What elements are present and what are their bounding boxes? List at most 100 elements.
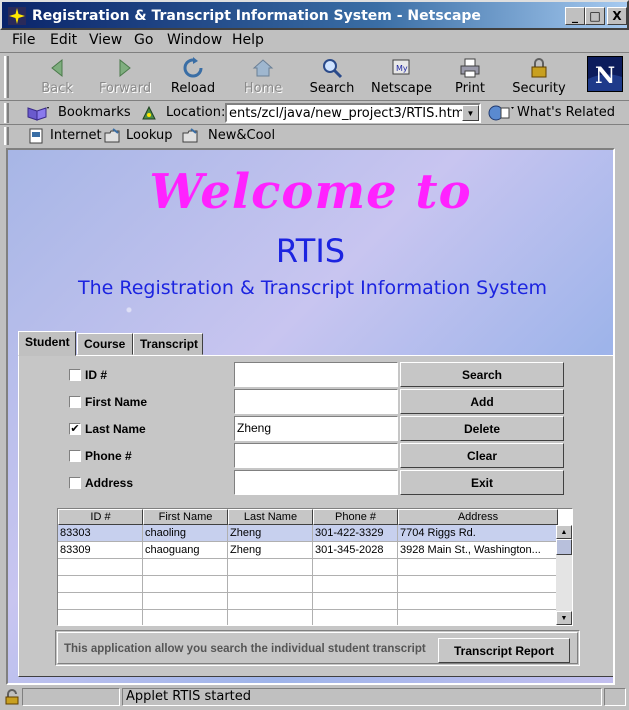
bookmarks-icon[interactable] [26, 105, 50, 121]
security-button[interactable]: Security [509, 55, 569, 99]
whats-related-label[interactable]: What's Related [517, 105, 615, 120]
menu-edit[interactable]: Edit [50, 32, 77, 48]
table-row-empty[interactable] [58, 610, 558, 625]
rtis-heading: RTIS [275, 232, 346, 270]
table-scrollbar[interactable]: ▲ ▼ [556, 525, 572, 625]
back-button[interactable]: Back [27, 55, 87, 99]
personalbar-grip[interactable] [4, 127, 9, 145]
folder-icon [182, 128, 198, 143]
clear-button[interactable]: Clear [400, 443, 564, 468]
menu-help[interactable]: Help [232, 32, 264, 48]
menu-window[interactable]: Window [167, 32, 222, 48]
col-header-first-name[interactable]: First Name [143, 509, 228, 525]
add-button[interactable]: Add [400, 389, 564, 414]
tab-course[interactable]: Course [77, 333, 133, 355]
checkmark-icon: ✔ [70, 423, 80, 435]
print-button[interactable]: Print [440, 55, 500, 99]
col-header-id[interactable]: ID # [58, 509, 143, 525]
last-name-checkbox[interactable]: ✔ [69, 423, 81, 435]
first-name-field[interactable] [234, 389, 398, 414]
svg-text:My: My [396, 64, 408, 73]
netscape-app-icon[interactable] [8, 7, 26, 25]
close-button[interactable]: X [607, 7, 627, 25]
netscape-button[interactable]: My Netscape [371, 55, 432, 99]
netscape-n-icon: N [588, 57, 622, 91]
status-component-cell [604, 688, 626, 706]
table-row-empty[interactable] [58, 559, 558, 576]
search-student-button[interactable]: Search [400, 362, 564, 387]
home-button[interactable]: Home [233, 55, 293, 99]
location-label: Location: [166, 105, 226, 120]
cell-first-name: chaoguang [143, 542, 228, 559]
welcome-heading: Welcome to [149, 164, 472, 220]
print-icon [460, 58, 480, 78]
cell-phone: 301-422-3329 [313, 525, 398, 542]
student-results-table: ID # First Name Last Name Phone # Addres… [57, 508, 573, 626]
navigation-toolbar: Back Forward Reload Home Search My Netsc… [0, 52, 629, 100]
search-icon [323, 59, 343, 79]
scroll-up-button[interactable]: ▲ [556, 525, 572, 539]
personal-item-internet[interactable]: Internet [50, 128, 102, 143]
location-input[interactable]: ents/zcl/java/new_project3/RTIS.htm [225, 103, 481, 123]
scroll-thumb[interactable] [556, 539, 572, 555]
personal-item-lookup[interactable]: Lookup [126, 128, 173, 143]
last-name-field[interactable]: Zheng [234, 416, 398, 441]
cell-last-name: Zheng [228, 542, 313, 559]
id-checkbox[interactable] [69, 369, 81, 381]
forward-icon [119, 58, 131, 78]
table-row[interactable]: 83309 chaoguang Zheng 301-345-2028 3928 … [58, 542, 558, 559]
bookmarks-label[interactable]: Bookmarks [58, 105, 131, 120]
scroll-down-button[interactable]: ▼ [556, 611, 572, 625]
home-icon [252, 59, 274, 77]
col-header-address[interactable]: Address [398, 509, 558, 525]
info-message: This application allow you search the in… [64, 643, 426, 655]
transcript-report-button[interactable]: Transcript Report [438, 638, 570, 663]
tab-student[interactable]: Student [18, 331, 76, 356]
whats-related-icon[interactable] [487, 104, 515, 122]
col-header-phone[interactable]: Phone # [313, 509, 398, 525]
phone-checkbox[interactable] [69, 450, 81, 462]
folder-icon [104, 128, 120, 143]
delete-button[interactable]: Delete [400, 416, 564, 441]
id-field[interactable] [234, 362, 398, 387]
back-icon [51, 58, 63, 78]
col-header-last-name[interactable]: Last Name [228, 509, 313, 525]
address-checkbox[interactable] [69, 477, 81, 489]
exit-button[interactable]: Exit [400, 470, 564, 495]
status-bar: Applet RTIS started [0, 686, 629, 710]
phone-label: Phone # [85, 449, 132, 463]
location-page-icon[interactable] [140, 104, 158, 122]
maximize-button[interactable]: □ [585, 7, 605, 25]
first-name-checkbox[interactable] [69, 396, 81, 408]
address-label: Address [85, 476, 134, 490]
menu-go[interactable]: Go [134, 32, 153, 48]
window-title: Registration & Transcript Information Sy… [32, 8, 481, 24]
table-row-empty[interactable] [58, 576, 558, 593]
forward-button[interactable]: Forward [95, 55, 155, 99]
cell-last-name: Zheng [228, 525, 313, 542]
personal-item-newcool[interactable]: New&Cool [208, 128, 275, 143]
location-dropdown-button[interactable]: ▼ [462, 105, 479, 121]
status-progress-cell [22, 688, 120, 706]
location-bar: Bookmarks Location: ents/zcl/java/new_pr… [0, 100, 629, 124]
cell-address: 7704 Riggs Rd. [398, 525, 558, 542]
table-row-empty[interactable] [58, 593, 558, 610]
page-content: Welcome to RTIS The Registration & Trans… [6, 148, 615, 685]
title-bar[interactable]: Registration & Transcript Information Sy… [0, 0, 629, 30]
toolbar-grip[interactable] [4, 56, 9, 98]
menu-file[interactable]: File [12, 32, 35, 48]
phone-field[interactable] [234, 443, 398, 468]
table-row[interactable]: 83303 chaoling Zheng 301-422-3329 7704 R… [58, 525, 558, 542]
security-lock-icon[interactable] [4, 689, 20, 705]
minimize-button[interactable]: _ [565, 7, 585, 25]
cell-id: 83303 [58, 525, 143, 542]
reload-button[interactable]: Reload [163, 55, 223, 99]
tab-transcript[interactable]: Transcript [133, 333, 203, 355]
locationbar-grip[interactable] [4, 103, 9, 123]
menu-bar: File Edit View Go Window Help [0, 30, 629, 50]
netscape-logo[interactable]: N [587, 56, 623, 92]
address-field[interactable] [234, 470, 398, 495]
personal-toolbar: Internet Lookup New&Cool [0, 124, 629, 146]
search-button[interactable]: Search [302, 55, 362, 99]
menu-view[interactable]: View [89, 32, 122, 48]
